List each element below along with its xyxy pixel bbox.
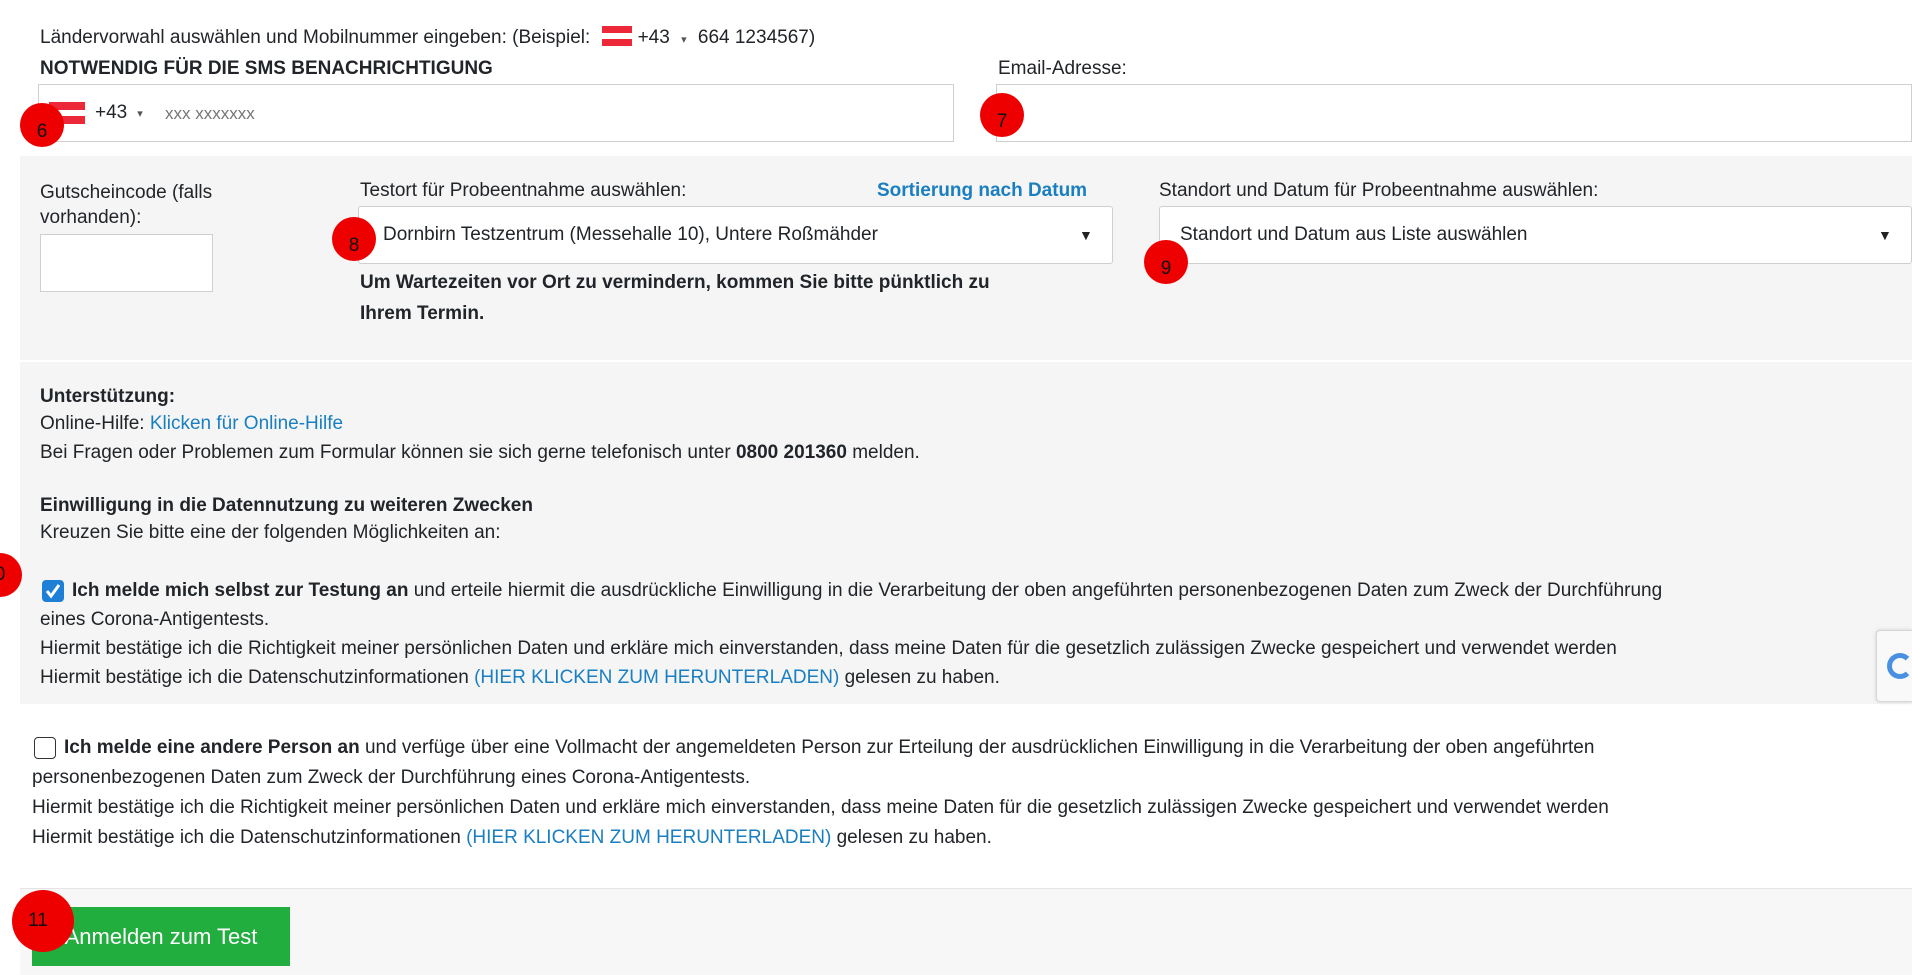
country-code-caret-icon: ▾: [137, 107, 143, 120]
phone-instruction-text: Ländervorwahl auswählen und Mobilnummer …: [40, 27, 591, 48]
checkmark-icon: [45, 584, 61, 599]
austria-flag-icon: [601, 26, 632, 46]
email-input-box[interactable]: [996, 84, 1912, 142]
example-number: 664 1234567): [697, 27, 816, 48]
email-input[interactable]: [1007, 97, 1891, 131]
support-heading: Unterstützung:: [40, 386, 176, 407]
consent-self-checkbox[interactable]: [42, 580, 64, 602]
example-country-code: +43: [637, 27, 670, 48]
consent-other-privacy-link[interactable]: (HIER KLICKEN ZUM HERUNTERLADEN): [466, 827, 831, 848]
consent-self-text4-prefix: Hiermit bestätige ich die Datenschutzinf…: [40, 667, 475, 688]
consent-self-line2: eines Corona-Antigentests.: [40, 609, 270, 630]
email-label: Email-Adresse:: [998, 58, 1127, 79]
recaptcha-logo-icon: [1887, 653, 1912, 679]
consent-other-checkbox[interactable]: [34, 737, 56, 759]
voucher-label: Gutscheincode (falls vorhanden):: [40, 180, 212, 230]
step-marker-0: 0: [0, 553, 22, 597]
punctuality-notice-line1: Um Wartezeiten vor Ort zu vermindern, ko…: [360, 272, 990, 293]
voucher-label-line1: Gutscheincode (falls: [40, 182, 213, 203]
country-code-dropdown[interactable]: +43 ▾: [49, 85, 143, 141]
voucher-label-line2: vorhanden):: [40, 207, 142, 228]
consent-self-line1: Ich melde mich selbst zur Testung an und…: [72, 579, 1662, 603]
punctuality-notice-line2: Ihrem Termin.: [360, 303, 485, 324]
site-date-select[interactable]: Standort und Datum aus Liste auswählen ▼: [1159, 206, 1912, 264]
sort-by-date-link[interactable]: Sortierung nach Datum: [877, 180, 1087, 202]
support-phone-number: 0800 201360: [735, 442, 847, 463]
consent-self-text4-suffix: gelesen zu haben.: [839, 667, 1000, 688]
site-date-label: Standort und Datum für Probeentnahme aus…: [1159, 180, 1599, 201]
test-location-label: Testort für Probeentnahme auswählen:: [360, 180, 687, 201]
step-marker-8: 8: [332, 217, 376, 261]
submit-section: [20, 888, 1912, 975]
site-date-caret-icon: ▼: [1878, 227, 1892, 243]
support-phone-line: Bei Fragen oder Problemen zum Formular k…: [40, 441, 920, 465]
step-marker-11: 11: [12, 890, 74, 952]
example-caret-icon: ▾: [681, 34, 687, 46]
consent-other-text1: und verfüge über eine Vollmacht der ange…: [359, 737, 1595, 758]
consent-other-text4-prefix: Hiermit bestätige ich die Datenschutzinf…: [32, 827, 467, 848]
step-marker-9: 9: [1144, 240, 1188, 284]
consent-self-line3: Hiermit bestätige ich die Richtigkeit me…: [40, 638, 1617, 659]
online-help-prefix: Online-Hilfe:: [40, 413, 150, 434]
consent-self-text1: und erteile hiermit die ausdrückliche Ei…: [408, 580, 1663, 601]
consent-other-line2: personenbezogenen Daten zum Zweck der Du…: [32, 767, 751, 788]
consent-other-line4: Hiermit bestätige ich die Datenschutzinf…: [32, 826, 992, 850]
online-help-link[interactable]: Klicken für Online-Hilfe: [150, 413, 343, 434]
support-phone-prefix: Bei Fragen oder Problemen zum Formular k…: [40, 442, 736, 463]
consent-self-privacy-link[interactable]: (HIER KLICKEN ZUM HERUNTERLADEN): [474, 667, 839, 688]
consent-heading: Einwilligung in die Datennutzung zu weit…: [40, 495, 533, 516]
consent-other-text4-suffix: gelesen zu haben.: [831, 827, 992, 848]
sms-required-label: NOTWENDIG FÜR DIE SMS BENACHRICHTIGUNG: [40, 58, 493, 79]
test-location-caret-icon: ▼: [1079, 227, 1093, 243]
recaptcha-widget-edge[interactable]: [1876, 630, 1912, 702]
online-help-line: Online-Hilfe: Klicken für Online-Hilfe: [40, 412, 343, 436]
step-marker-7: 7: [980, 93, 1024, 137]
consent-other-title: Ich melde eine andere Person an: [64, 737, 360, 758]
test-location-selected: Dornbirn Testzentrum (Messehalle 10), Un…: [383, 224, 878, 245]
phone-input-group[interactable]: +43 ▾: [38, 84, 954, 142]
consent-other-line1: Ich melde eine andere Person an und verf…: [64, 736, 1594, 760]
phone-number-input[interactable]: [163, 97, 927, 131]
site-date-selected: Standort und Datum aus Liste auswählen: [1180, 224, 1528, 245]
support-phone-suffix: melden.: [846, 442, 920, 463]
step-marker-6: 6: [20, 103, 64, 147]
consent-instruction: Kreuzen Sie bitte eine der folgenden Mög…: [40, 522, 501, 543]
voucher-input-box[interactable]: [40, 234, 213, 292]
voucher-input[interactable]: [47, 247, 209, 281]
country-code: +43: [95, 102, 128, 123]
consent-self-title: Ich melde mich selbst zur Testung an: [72, 580, 409, 601]
consent-self-line4: Hiermit bestätige ich die Datenschutzinf…: [40, 666, 1000, 690]
test-location-select[interactable]: Dornbirn Testzentrum (Messehalle 10), Un…: [358, 206, 1113, 264]
phone-instruction: Ländervorwahl auswählen und Mobilnummer …: [40, 26, 815, 52]
consent-other-line3: Hiermit bestätige ich die Richtigkeit me…: [32, 797, 1609, 818]
punctuality-notice: Um Wartezeiten vor Ort zu vermindern, ko…: [360, 267, 990, 329]
